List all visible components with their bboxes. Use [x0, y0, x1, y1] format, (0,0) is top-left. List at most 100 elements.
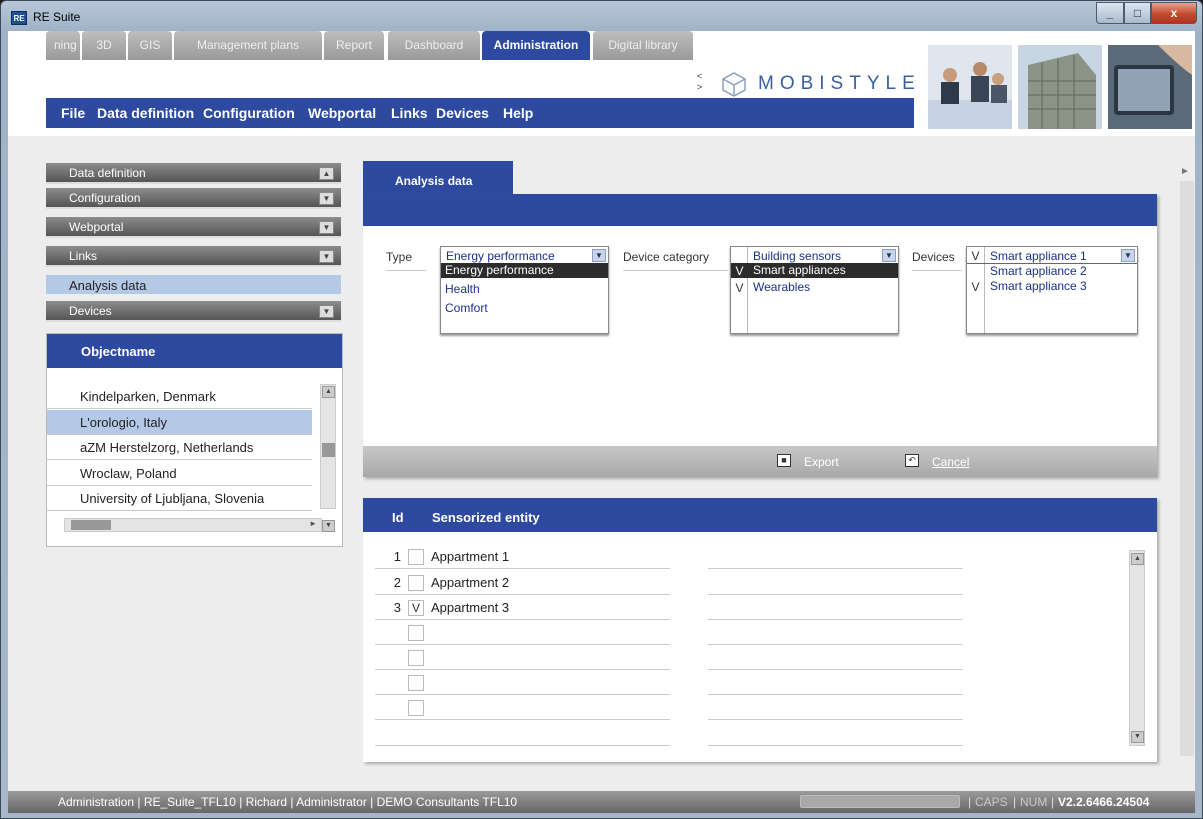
scroll-down-icon[interactable]: ▼ [322, 520, 335, 532]
checkmark-icon[interactable]: V [967, 249, 984, 263]
table-row[interactable] [375, 670, 670, 695]
row-checkbox[interactable] [408, 675, 424, 691]
object-list-hscrollbar[interactable]: ► [64, 518, 322, 532]
sidebar-item-links[interactable]: Links ▼ [46, 246, 341, 267]
device-category-listbox[interactable]: Building sensors ▼ Smart appliances V We… [730, 246, 899, 334]
minimize-button[interactable]: _ [1096, 2, 1124, 24]
tab-digital-library[interactable]: Digital library [593, 31, 693, 60]
object-list-vscrollbar[interactable]: ▲ [320, 384, 336, 509]
cancel-button[interactable]: Cancel [932, 455, 969, 469]
menu-data-definition[interactable]: Data definition [97, 105, 194, 121]
undo-icon[interactable]: ↶ [905, 454, 919, 467]
type-listbox[interactable]: Energy performance ▼ Energy performance … [440, 246, 609, 334]
checkmark-icon[interactable]: V [731, 264, 748, 278]
device-category-option-smart[interactable]: Smart appliances [731, 263, 898, 278]
menu-links[interactable]: Links [391, 105, 428, 121]
expand-icon[interactable]: ▼ [319, 221, 334, 234]
chevron-down-icon[interactable]: ▼ [882, 249, 896, 262]
tab-report[interactable]: Report [324, 31, 384, 60]
type-option-health[interactable]: Health [441, 282, 480, 297]
sidebar-item-configuration[interactable]: Configuration ▼ [46, 188, 341, 209]
expand-icon[interactable]: ▼ [319, 192, 334, 205]
tab-dashboard[interactable]: Dashboard [388, 31, 480, 60]
maximize-button[interactable]: □ [1124, 2, 1151, 24]
table-row-extra [708, 595, 963, 620]
device-category-label: Device category [623, 250, 728, 271]
row-checkbox[interactable] [408, 700, 424, 716]
app-logo-icon: RE [11, 11, 27, 25]
chevron-down-icon[interactable]: ▼ [592, 249, 606, 262]
meeting-photo [928, 45, 1012, 129]
tablet-photo [1108, 45, 1192, 129]
outer-vscrollbar[interactable] [1180, 181, 1194, 756]
scroll-down-icon[interactable]: ▼ [1131, 731, 1144, 743]
type-option-energy[interactable]: Energy performance [441, 263, 608, 278]
scroll-right-icon[interactable]: ► [309, 519, 317, 528]
entity-table-vscrollbar[interactable]: ▲ ▼ [1129, 550, 1145, 746]
list-item[interactable]: aZM Herstelzorg, Netherlands [47, 435, 312, 460]
menu-webportal[interactable]: Webportal [308, 105, 376, 121]
column-header-entity: Sensorized entity [432, 510, 540, 525]
close-button[interactable]: x [1151, 2, 1197, 24]
collapse-icon[interactable]: ▲ [319, 167, 334, 180]
devices-option-2[interactable]: Smart appliance 2 [967, 264, 1087, 279]
sidebar-item-webportal[interactable]: Webportal ▼ [46, 217, 341, 238]
chevron-down-icon[interactable]: ▼ [1121, 249, 1135, 262]
devices-listbox[interactable]: V Smart appliance 1 ▼ Smart appliance 2 … [966, 246, 1138, 334]
checkmark-icon[interactable]: V [731, 281, 748, 295]
list-item[interactable]: Wroclaw, Poland [47, 461, 312, 486]
tab-scroll-arrows[interactable]: < > [697, 71, 702, 93]
expand-icon[interactable]: ▼ [319, 305, 334, 318]
tab-planning[interactable]: ning [46, 31, 80, 60]
tab-gis[interactable]: GIS [128, 31, 172, 60]
row-checkbox[interactable] [408, 549, 424, 565]
row-checkbox[interactable]: V [408, 600, 424, 616]
table-row[interactable]: 3 V Appartment 3 [375, 595, 670, 620]
title-bar[interactable]: RE RE Suite _ □ x [1, 1, 1202, 33]
table-row[interactable]: 2 Appartment 2 [375, 570, 670, 595]
menu-help[interactable]: Help [503, 105, 533, 121]
type-value[interactable]: Energy performance [446, 249, 555, 263]
sidebar-item-analysis-data[interactable]: Analysis data [46, 275, 341, 296]
menu-devices[interactable]: Devices [436, 105, 489, 121]
mobistyle-cube-icon [722, 72, 746, 97]
table-row[interactable] [375, 695, 670, 720]
table-row-extra [708, 570, 963, 595]
scroll-up-icon[interactable]: ▲ [1131, 553, 1144, 565]
tab-scroll-left-icon[interactable]: < [697, 71, 702, 82]
type-option-comfort[interactable]: Comfort [441, 301, 488, 316]
object-list-panel: Objectname Kindelparken, Denmark L'orolo… [46, 333, 343, 547]
scroll-thumb[interactable] [71, 520, 111, 530]
table-row[interactable]: 1 Appartment 1 [375, 544, 670, 569]
menu-bar: File Data definition Configuration Webpo… [46, 98, 914, 128]
row-checkbox[interactable] [408, 650, 424, 666]
scroll-up-icon[interactable]: ▲ [322, 386, 335, 398]
save-icon[interactable]: ■ [777, 454, 791, 467]
sidebar-item-devices[interactable]: Devices ▼ [46, 301, 341, 322]
building-photo [1018, 45, 1102, 129]
row-checkbox[interactable] [408, 625, 424, 641]
devices-option-3[interactable]: Smart appliance 3 [967, 279, 1087, 294]
export-button[interactable]: Export [804, 455, 839, 469]
sidebar-item-data-definition[interactable]: Data definition ▲ [46, 163, 341, 184]
tab-scroll-right-icon[interactable]: > [697, 82, 702, 93]
analysis-panel: Type Energy performance ▼ Energy perform… [363, 194, 1157, 477]
tab-analysis-data[interactable]: Analysis data [363, 161, 513, 195]
status-bar: Administration | RE_Suite_TFL10 | Richar… [8, 791, 1195, 813]
menu-file[interactable]: File [61, 105, 85, 121]
list-item[interactable]: Kindelparken, Denmark [47, 384, 312, 409]
devices-value[interactable]: Smart appliance 1 [990, 249, 1087, 263]
list-item[interactable]: University of Ljubljana, Slovenia [47, 486, 312, 511]
row-checkbox[interactable] [408, 575, 424, 591]
list-item[interactable]: L'orologio, Italy [47, 410, 312, 435]
tab-3d[interactable]: 3D [82, 31, 126, 60]
table-row[interactable] [375, 645, 670, 670]
expand-icon[interactable]: ▼ [319, 250, 334, 263]
menu-configuration[interactable]: Configuration [203, 105, 295, 121]
scroll-thumb[interactable] [322, 443, 335, 457]
tab-administration[interactable]: Administration [482, 31, 590, 60]
device-category-value[interactable]: Building sensors [753, 249, 841, 263]
panel-scroll-right-icon[interactable]: ► [1180, 166, 1190, 177]
tab-management-plans[interactable]: Management plans [174, 31, 322, 60]
table-row[interactable] [375, 620, 670, 645]
